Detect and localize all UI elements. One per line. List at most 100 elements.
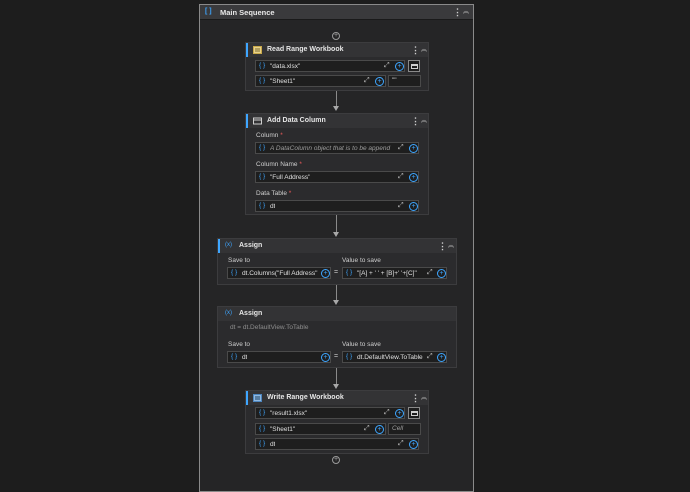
expression-braces-icon: { } — [231, 269, 238, 276]
column-label: Column * — [256, 132, 283, 139]
column-field[interactable]: { } A DataColumn object that is to be ap… — [255, 142, 419, 154]
value-to-save-label: Value to save — [342, 257, 381, 264]
activity-header[interactable]: (x) Assign — [218, 307, 456, 321]
connector-line — [336, 91, 337, 106]
expand-editor-icon[interactable]: ⤢ — [384, 409, 390, 417]
folder-icon — [411, 64, 418, 69]
collapse-icon[interactable]: ︽ — [448, 243, 454, 249]
plus-circle-icon[interactable]: + — [375, 76, 384, 86]
plus-circle-icon[interactable]: + — [437, 352, 446, 362]
save-to-value: dt — [242, 353, 248, 361]
sequence-header[interactable]: [ ] Main Sequence ⋮ ︽ — [200, 5, 473, 20]
collapse-icon[interactable]: ︽ — [421, 395, 427, 401]
workbook-path-field[interactable]: { } "result1.xlsx" ⤢ + — [255, 407, 405, 419]
data-column-icon — [253, 117, 262, 125]
collapse-icon[interactable]: ︽ — [421, 47, 427, 53]
add-data-column-activity[interactable]: Add Data Column ⋮ ︽ Column * { } A DataC… — [245, 113, 429, 215]
expression-braces-icon: { } — [346, 353, 353, 360]
value-to-save-label: Value to save — [342, 341, 381, 348]
assign-activity-2[interactable]: (x) Assign dt = dt.DefaultView.ToTable S… — [217, 306, 457, 368]
data-table-field[interactable]: { } dt ⤢ + — [255, 438, 419, 450]
add-activity-button[interactable]: + — [332, 456, 340, 464]
sequence-title: Main Sequence — [220, 8, 275, 17]
plus-circle-icon[interactable]: + — [395, 408, 404, 418]
expression-braces-icon: { } — [259, 62, 266, 69]
connector-line — [336, 285, 337, 301]
workbook-path-value: "result1.xlsx" — [270, 409, 308, 417]
connector-arrow — [333, 300, 339, 305]
activity-title: Read Range Workbook — [267, 46, 344, 53]
add-activity-button[interactable]: + — [332, 32, 340, 40]
equals-sign: = — [334, 353, 339, 360]
activity-header[interactable]: Add Data Column ⋮ ︽ — [246, 114, 428, 128]
write-range-workbook-activity[interactable]: Write Range Workbook ⋮ ︽ { } "result1.xl… — [245, 390, 429, 454]
data-table-field[interactable]: { } dt ⤢ + — [255, 200, 419, 212]
more-options-icon[interactable]: ⋮ — [411, 394, 420, 403]
plus-circle-icon[interactable]: + — [409, 201, 418, 211]
more-options-icon[interactable]: ⋮ — [453, 8, 462, 17]
save-to-field[interactable]: { } dt.Columns("Full Address" + — [227, 267, 331, 279]
assign-activity-1[interactable]: (x) Assign ⋮ ︽ Save to Value to save { }… — [217, 238, 457, 285]
expand-editor-icon[interactable]: ⤢ — [398, 173, 404, 181]
plus-circle-icon[interactable]: + — [321, 352, 330, 362]
more-options-icon[interactable]: ⋮ — [411, 46, 420, 55]
collapse-icon[interactable]: ︽ — [463, 9, 469, 15]
activity-title: Add Data Column — [267, 117, 326, 124]
range-field[interactable]: "" — [388, 75, 421, 87]
expand-editor-icon[interactable]: ⤢ — [427, 353, 433, 361]
activity-header[interactable]: (x) Assign ⋮ ︽ — [218, 239, 456, 253]
plus-circle-icon[interactable]: + — [437, 268, 446, 278]
plus-circle-icon[interactable]: + — [375, 424, 384, 434]
workbook-path-field[interactable]: { } "data.xlsx" ⤢ + — [255, 60, 405, 72]
expand-editor-icon[interactable]: ⤢ — [398, 202, 404, 210]
more-options-icon[interactable]: ⋮ — [438, 242, 447, 251]
expand-editor-icon[interactable]: ⤢ — [427, 269, 433, 277]
value-to-save-field[interactable]: { } dt.DefaultView.ToTable ⤢ + — [342, 351, 447, 363]
expression-braces-icon: { } — [259, 144, 266, 151]
assign-summary: dt = dt.DefaultView.ToTable — [230, 324, 309, 331]
read-range-workbook-activity[interactable]: Read Range Workbook ⋮ ︽ { } "data.xlsx" … — [245, 42, 429, 91]
save-to-field[interactable]: { } dt + — [227, 351, 331, 363]
activity-title: Write Range Workbook — [267, 394, 344, 401]
expand-editor-icon[interactable]: ⤢ — [364, 77, 370, 85]
assign-icon: (x) — [225, 310, 232, 316]
data-table-label: Data Table * — [256, 190, 292, 197]
expand-editor-icon[interactable]: ⤢ — [398, 440, 404, 448]
collapse-icon[interactable]: ︽ — [421, 118, 427, 124]
activity-title: Assign — [239, 310, 263, 317]
more-options-icon[interactable]: ⋮ — [411, 117, 420, 126]
column-placeholder: A DataColumn object that is to be append — [270, 144, 391, 152]
plus-circle-icon[interactable]: + — [409, 143, 418, 153]
browse-folder-button[interactable] — [408, 407, 420, 419]
sheet-name-value: "Sheet1" — [270, 77, 296, 85]
save-to-label: Save to — [228, 257, 251, 264]
expand-editor-icon[interactable]: ⤢ — [364, 425, 370, 433]
plus-circle-icon[interactable]: + — [321, 268, 330, 278]
browse-folder-button[interactable] — [408, 60, 420, 72]
expand-editor-icon[interactable]: ⤢ — [398, 144, 404, 152]
save-to-value: dt.Columns("Full Address" — [242, 269, 318, 277]
value-to-save-value: "[A] + ' ' + [B]+' '+[C]" — [357, 269, 417, 277]
plus-circle-icon[interactable]: + — [395, 61, 404, 71]
starting-cell-field[interactable]: Cell — [388, 423, 421, 435]
activity-header[interactable]: Write Range Workbook ⋮ ︽ — [246, 391, 428, 405]
plus-circle-icon[interactable]: + — [409, 172, 418, 182]
expression-braces-icon: { } — [231, 353, 238, 360]
expand-editor-icon[interactable]: ⤢ — [384, 62, 390, 70]
column-name-label: Column Name * — [256, 161, 302, 168]
plus-circle-icon[interactable]: + — [409, 439, 418, 449]
column-name-field[interactable]: { } "Full Address" ⤢ + — [255, 171, 419, 183]
data-table-value: dt — [270, 202, 276, 210]
sheet-name-field[interactable]: { } "Sheet1" ⤢ + — [255, 75, 386, 87]
sheet-name-field[interactable]: { } "Sheet1" ⤢ + — [255, 423, 386, 435]
excel-write-icon — [253, 394, 262, 402]
value-to-save-value: dt.DefaultView.ToTable — [357, 353, 423, 361]
connector-line — [336, 368, 337, 385]
connector-arrow — [333, 384, 339, 389]
expression-braces-icon: { } — [259, 173, 266, 180]
activity-header[interactable]: Read Range Workbook ⋮ ︽ — [246, 43, 428, 57]
excel-read-icon — [253, 46, 262, 54]
connector-arrow — [333, 106, 339, 111]
value-to-save-field[interactable]: { } "[A] + ' ' + [B]+' '+[C]" ⤢ + — [342, 267, 447, 279]
data-table-value: dt — [270, 440, 276, 448]
